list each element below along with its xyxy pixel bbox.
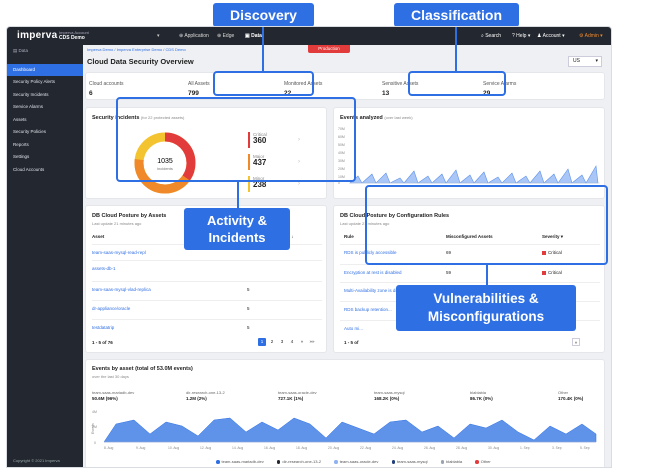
chevron-down-icon[interactable]: ▾ [157, 33, 160, 39]
asset-total-4[interactable]: blablabla 86.7K (0%) [470, 390, 493, 402]
legend-item[interactable]: team-saas-mariadb-dev [216, 459, 270, 464]
asset-total-0[interactable]: team-saas-mariadb-dev 50.6M (96%) [92, 390, 134, 402]
events-by-asset-area [103, 417, 597, 443]
sidebar-item-incidents[interactable]: Security Incidents [7, 89, 83, 102]
sidebar-item-service-alarms[interactable]: Service Alarms [7, 101, 83, 114]
connector-activity [237, 182, 239, 208]
highlight-sensitive-assets [408, 71, 506, 96]
sidebar-item-reports[interactable]: Reports [7, 139, 83, 152]
events-analyzed-area [349, 165, 599, 184]
pagination: 1 2 3 4»»» [258, 338, 318, 346]
tab-data[interactable]: ▣ Data [245, 33, 262, 39]
connector-vulns [486, 265, 488, 285]
legend-item[interactable]: team-saas-oracle-dev [334, 459, 384, 464]
callout-classification: Classification [394, 3, 519, 27]
svg-text:22. Aug: 22. Aug [360, 446, 371, 450]
svg-text:18. Aug: 18. Aug [296, 446, 307, 450]
svg-text:1. Sep: 1. Sep [520, 446, 530, 450]
svg-text:Events: Events [91, 423, 95, 434]
production-badge: Production [308, 45, 350, 53]
pagination-label: 1 - 5 of [344, 340, 359, 345]
col-rule[interactable]: Rule [344, 234, 354, 239]
svg-text:10. Aug: 10. Aug [168, 446, 179, 450]
svg-text:16. Aug: 16. Aug [264, 446, 275, 450]
svg-text:3. Sep: 3. Sep [552, 446, 562, 450]
sidebar-header: ▤ Data [13, 48, 29, 53]
pagination-label: 1 - 5 of 76 [92, 340, 113, 345]
table-row[interactable]: dr-appliance/oracle 5 [92, 300, 322, 315]
tab-edge[interactable]: ⊕ Edge [217, 33, 234, 39]
help-menu[interactable]: ? Help ▾ [512, 33, 530, 39]
critical-badge [542, 270, 546, 275]
callout-activity: Activity & Incidents [184, 208, 290, 250]
legend-item[interactable]: team-saas-mysql [391, 459, 434, 464]
asset-total-5[interactable]: Other 170.4K (0%) [558, 390, 583, 402]
events-by-asset-card: Events by asset (total of 53.0M events) … [85, 359, 605, 467]
legend-item[interactable]: dir-research-one-13-2 [276, 459, 327, 464]
page-next[interactable]: » [298, 338, 306, 346]
sidebar-item-settings[interactable]: Settings [7, 151, 83, 164]
sidebar-item-assets[interactable]: Assets [7, 114, 83, 127]
stats-card: Cloud accounts 6 All Assets 799 Monitored … [85, 72, 605, 100]
asset-total-2[interactable]: team-saas-oracle-dev 727.1K (1%) [278, 390, 317, 402]
col-asset[interactable]: Asset [92, 234, 104, 239]
table-row[interactable]: testdatatrip 5 [92, 319, 322, 334]
stat-all-assets[interactable]: All Assets 799 [188, 81, 210, 97]
sidebar-item-policies[interactable]: Security Policies [7, 126, 83, 139]
admin-menu[interactable]: ⚙ Admin ▾ [579, 33, 603, 39]
page-2[interactable]: 2 [268, 338, 276, 346]
callout-discovery: Discovery [213, 3, 314, 27]
legend-item[interactable]: Other [475, 459, 497, 464]
page-title: Cloud Data Security Overview [87, 57, 194, 66]
connector-classification [455, 27, 457, 71]
svg-text:0: 0 [94, 441, 96, 445]
account-switcher[interactable]: Imperva Account CDS Demo [59, 30, 89, 41]
svg-text:20. Aug: 20. Aug [328, 446, 339, 450]
asset-total-3[interactable]: team-saas-mysql 168.2K (0%) [374, 390, 404, 402]
page-4[interactable]: 4 [288, 338, 296, 346]
svg-text:24. Aug: 24. Aug [392, 446, 403, 450]
page-3[interactable]: 3 [278, 338, 286, 346]
chart-legend: team-saas-mariadb-dev dir-research-one-1… [216, 459, 503, 464]
sidebar-item-cloud-accounts[interactable]: Cloud Accounts [7, 164, 83, 177]
svg-text:5. Sep: 5. Sep [580, 446, 590, 450]
table-row[interactable]: Encryption at rest is disabled 59 Critical [340, 264, 600, 279]
events-by-asset-chart[interactable]: 4M 2M 0 Events 8. Aug 9. Aug 10. Aug 12.… [90, 404, 602, 456]
connector-discovery [262, 27, 264, 71]
asset-total-1[interactable]: dir-research-one-13-2 1.2M (2%) [186, 390, 225, 402]
sidebar-item-policy-alerts[interactable]: Security Policy Alerts [7, 76, 83, 89]
svg-text:14. Aug: 14. Aug [232, 446, 243, 450]
pagination-next[interactable]: » [572, 338, 582, 346]
highlight-posture-rules [365, 185, 608, 265]
svg-text:4M: 4M [92, 410, 97, 414]
svg-text:9. Aug: 9. Aug [136, 446, 146, 450]
highlight-all-assets [213, 71, 314, 96]
svg-text:8. Aug: 8. Aug [104, 446, 114, 450]
page-last[interactable]: »» [308, 338, 316, 346]
legend-item[interactable]: blablabla [440, 459, 469, 464]
sidebar: ▤ Data Dashboard Security Policy Alerts … [7, 45, 83, 467]
highlight-incidents [116, 97, 356, 182]
svg-text:30. Aug: 30. Aug [488, 446, 499, 450]
search-button[interactable]: ⌕ Search [481, 33, 501, 39]
copyright: Copyright © 2021 Imperva [13, 458, 60, 463]
imperva-logo: imperva [17, 30, 58, 41]
account-menu[interactable]: ♟ Account ▾ [537, 33, 565, 39]
svg-text:26. Aug: 26. Aug [424, 446, 435, 450]
page-1[interactable]: 1 [258, 338, 266, 346]
table-row[interactable]: assets-db-1 [92, 260, 322, 275]
svg-text:28. Aug: 28. Aug [456, 446, 467, 450]
svg-text:12. Aug: 12. Aug [200, 446, 211, 450]
sidebar-item-dashboard[interactable]: Dashboard [7, 63, 83, 76]
callout-vulns: Vulnerabilities & Misconfigurations [396, 285, 576, 331]
top-bar: imperva Imperva Account CDS Demo ▾ ⊕ App… [7, 27, 611, 45]
table-row[interactable]: team-saas-mysql-vlad-replica 5 [92, 281, 322, 296]
stat-cloud-accounts[interactable]: Cloud accounts 6 [89, 81, 123, 97]
region-select[interactable]: US ▾ [568, 56, 602, 67]
tab-application[interactable]: ⊕ Application [179, 33, 209, 39]
breadcrumb[interactable]: Imperva Demo / Imperva Enterprise Demo /… [87, 47, 186, 52]
